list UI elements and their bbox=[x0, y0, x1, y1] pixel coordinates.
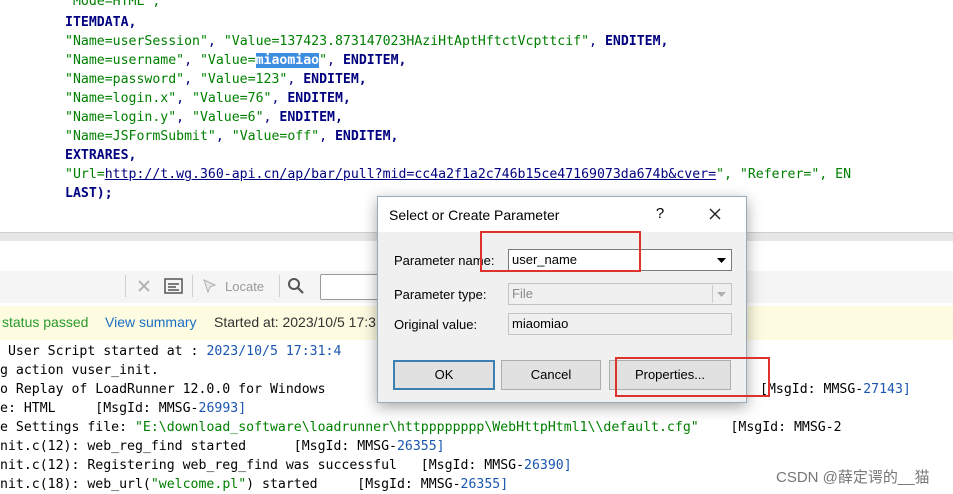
log-line: e Settings file: "E:\download_software\l… bbox=[0, 420, 842, 435]
toolbar-separator bbox=[125, 275, 126, 297]
close-button[interactable] bbox=[704, 203, 726, 225]
help-button[interactable]: ? bbox=[650, 203, 670, 225]
cancel-button[interactable]: Cancel bbox=[501, 360, 601, 390]
dialog-title: Select or Create Parameter bbox=[389, 207, 560, 223]
log-line: g action vuser_init. bbox=[0, 363, 159, 378]
close-icon bbox=[709, 208, 721, 220]
log-line: User Script started at : 2023/10/5 17:31… bbox=[0, 344, 342, 359]
code-line: "Name=login.x", "Value=76", ENDITEM, bbox=[65, 91, 351, 106]
csdn-watermark: CSDN @薛定谔的__猫 bbox=[776, 469, 930, 486]
code-line: "Name=username", "Value=miaomiao", ENDIT… bbox=[65, 53, 407, 68]
code-line: LAST); bbox=[65, 186, 113, 201]
clear-icon[interactable] bbox=[136, 275, 152, 297]
locate-icon bbox=[203, 279, 217, 294]
parameter-type-select[interactable]: File bbox=[508, 283, 732, 305]
log-line: nit.c(12): web_reg_find started [MsgId: … bbox=[0, 439, 445, 454]
started-at-text: Started at: 2023/10/5 17:3 bbox=[214, 314, 376, 330]
annotation-highlight-parameter-name bbox=[480, 231, 641, 272]
original-value-label: Original value: bbox=[394, 317, 478, 332]
code-line: "Name=JSFormSubmit", "Value=off", ENDITE… bbox=[65, 129, 399, 144]
dialog-title-bar[interactable]: Select or Create Parameter ? bbox=[378, 197, 746, 232]
parameter-type-label: Parameter type: bbox=[394, 287, 487, 302]
log-line: e: HTML [MsgId: MMSG-26993] bbox=[0, 401, 247, 416]
search-icon[interactable] bbox=[287, 275, 305, 297]
toolbar-separator bbox=[279, 275, 280, 297]
annotation-highlight-properties bbox=[615, 357, 770, 397]
locate-button[interactable]: Locate bbox=[201, 275, 264, 297]
url-link[interactable]: http://t.wg.360-api.cn/ap/bar/pull?mid=c… bbox=[105, 167, 716, 182]
code-line: "Url=http://t.wg.360-api.cn/ap/bar/pull?… bbox=[65, 167, 852, 182]
code-line: "Mode=HTML", bbox=[65, 0, 161, 9]
code-line: EXTRARES, bbox=[65, 148, 137, 163]
code-line: ITEMDATA, bbox=[65, 15, 137, 30]
code-line: "Name=login.y", "Value=6", ENDITEM, bbox=[65, 110, 343, 125]
log-line: nit.c(12): Registering web_reg_find was … bbox=[0, 458, 572, 473]
ok-button[interactable]: OK bbox=[393, 360, 495, 390]
selected-text[interactable]: miaomiao bbox=[255, 53, 320, 68]
toolbar-separator bbox=[192, 275, 193, 297]
log-line: nit.c(18): web_url("welcome.pl") started… bbox=[0, 477, 509, 492]
code-line: "Name=password", "Value=123", ENDITEM, bbox=[65, 72, 367, 87]
view-summary-link[interactable]: View summary bbox=[105, 314, 197, 330]
code-line: "Name=userSession", "Value=137423.873147… bbox=[65, 34, 669, 49]
log-view-icon[interactable] bbox=[164, 275, 184, 297]
log-line: o Replay of LoadRunner 12.0.0 for Window… bbox=[0, 382, 326, 397]
original-value-field: miaomiao bbox=[508, 313, 732, 335]
chevron-down-icon[interactable] bbox=[713, 251, 730, 269]
chevron-down-icon[interactable] bbox=[712, 285, 730, 303]
log-line-msgid: [MsgId: MMSG-27143] bbox=[760, 382, 911, 397]
status-passed-text: status passed bbox=[2, 314, 89, 330]
